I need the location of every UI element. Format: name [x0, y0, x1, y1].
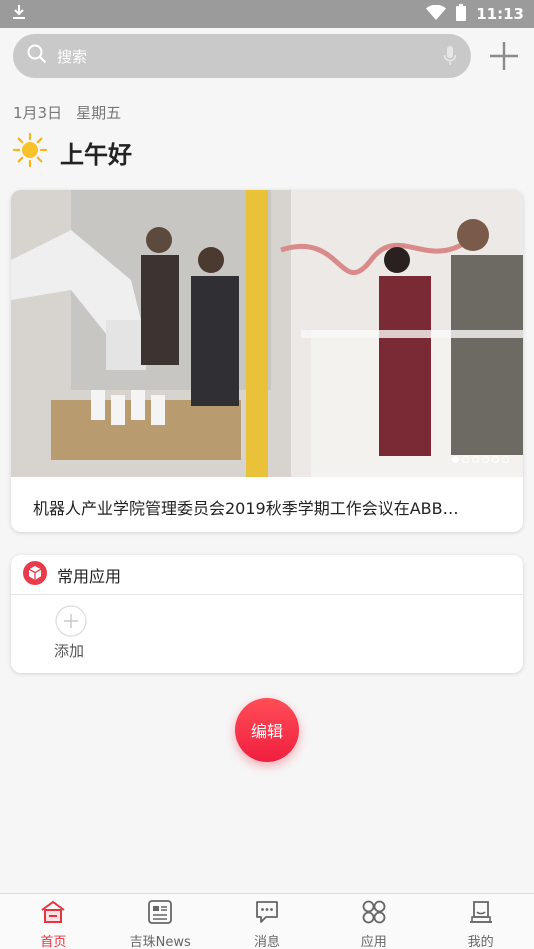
news-photo — [11, 190, 523, 477]
news-card[interactable]: 机器人产业学院管理委员会2019秋季学期工作会议在ABB… — [11, 190, 523, 532]
carousel-dot — [482, 456, 489, 463]
search-input[interactable]: 搜索 — [57, 46, 87, 67]
message-icon — [254, 899, 280, 929]
tab-label: 应用 — [360, 935, 387, 949]
greeting-text: 上午好 — [60, 140, 132, 169]
common-apps-header: 常用应用 — [11, 555, 523, 595]
common-apps-title: 常用应用 — [57, 566, 122, 586]
add-app-button[interactable] — [55, 605, 87, 641]
add-app-label[interactable]: 添加 — [54, 640, 84, 661]
tab-messages[interactable]: 消息 — [214, 894, 321, 949]
search-bar[interactable]: 搜索 — [13, 34, 471, 78]
tab-label: 首页 — [40, 935, 67, 949]
tab-label: 消息 — [253, 935, 280, 949]
search-icon — [27, 44, 47, 68]
search-row: 搜索 — [0, 28, 534, 86]
tab-home[interactable]: 首页 — [0, 894, 107, 949]
carousel-dot — [462, 456, 469, 463]
carousel-dot — [452, 456, 459, 463]
tab-label: 吉珠News — [129, 935, 191, 949]
tab-news[interactable]: 吉珠News — [107, 894, 214, 949]
battery-icon — [456, 3, 467, 25]
news-title[interactable]: 机器人产业学院管理委员会2019秋季学期工作会议在ABB… — [33, 495, 503, 519]
wifi-icon — [426, 4, 447, 24]
tab-apps[interactable]: 应用 — [320, 894, 427, 949]
home-icon — [40, 899, 66, 929]
profile-icon — [468, 899, 494, 929]
edit-button[interactable]: 编辑 — [235, 698, 299, 762]
date-line: 1月3日 星期五 — [13, 102, 121, 123]
sun-icon — [12, 132, 48, 172]
clock: 11:13 — [476, 5, 524, 23]
carousel-indicator — [452, 456, 509, 463]
microphone-icon[interactable] — [443, 45, 457, 71]
tab-profile[interactable]: 我的 — [427, 894, 534, 949]
tab-label: 我的 — [467, 935, 494, 949]
news-icon — [147, 899, 173, 929]
add-icon[interactable] — [488, 40, 520, 76]
common-apps-card: 常用应用 添加 — [11, 555, 523, 673]
carousel-dot — [492, 456, 499, 463]
status-bar: 11:13 — [0, 0, 534, 28]
carousel-dot — [472, 456, 479, 463]
date-day: 1月3日 — [13, 104, 63, 122]
carousel-dot — [502, 456, 509, 463]
cube-icon — [23, 560, 47, 589]
date-weekday: 星期五 — [76, 104, 122, 122]
apps-icon — [361, 899, 387, 929]
bottom-tab-bar: 首页 吉珠News 消息 应用 我的 — [0, 893, 534, 949]
download-icon — [12, 4, 26, 24]
greeting: 上午好 — [12, 132, 132, 172]
